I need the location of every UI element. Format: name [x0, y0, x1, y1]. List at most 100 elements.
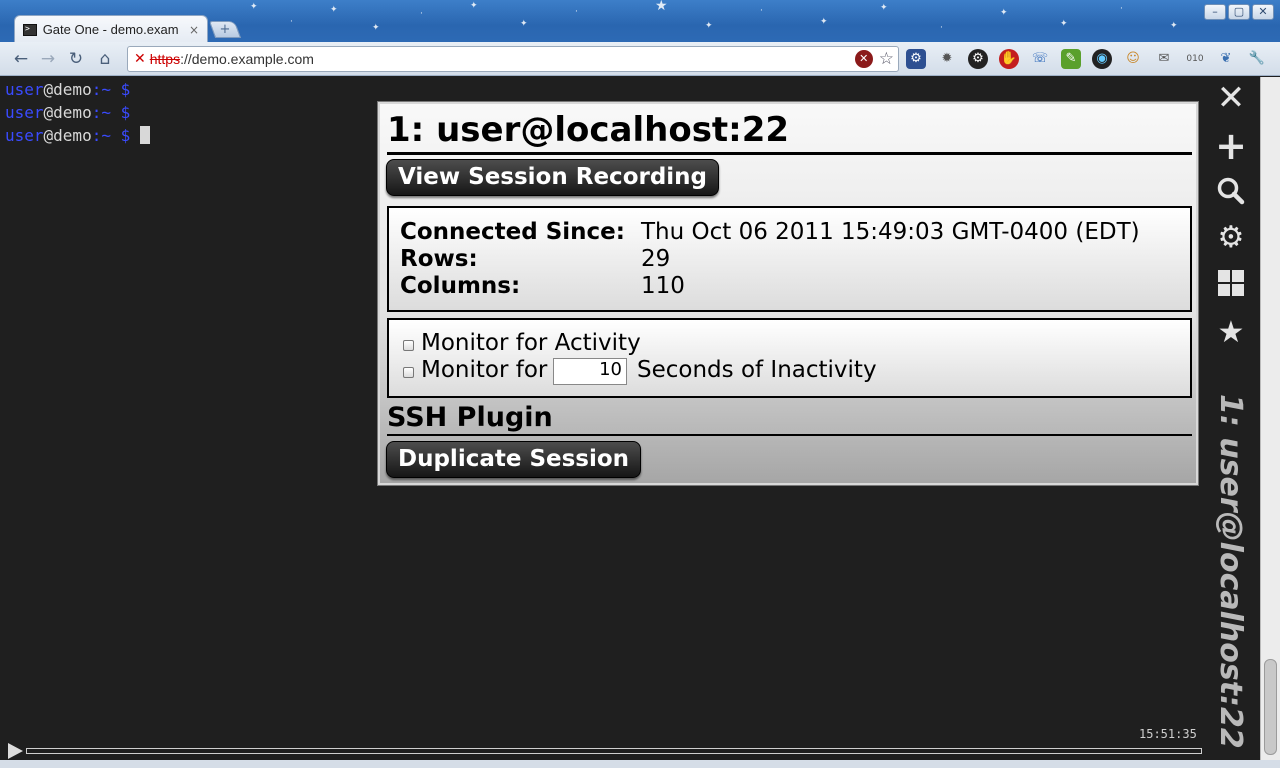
star-decoration: ✦ — [820, 17, 828, 27]
star-decoration: ✦ — [880, 3, 888, 13]
new-tab-button[interactable]: + — [208, 21, 242, 38]
prompt-host: @demo — [43, 126, 92, 145]
insecure-lock-icon: ✕ — [134, 51, 146, 67]
browser-toolbar: ← → ↻ ⌂ ✕ https :// demo.example.com ✕ ☆… — [0, 42, 1280, 76]
extension-face-icon[interactable]: ☺ — [1123, 49, 1143, 69]
bookmark-star-icon[interactable]: ☆ — [879, 50, 894, 68]
terminal-line: user@demo:~ $ — [5, 125, 150, 147]
terminal-title-vertical: 1: user@localhost:22 — [1213, 394, 1248, 749]
star-icon[interactable]: ★ — [1215, 317, 1247, 349]
url-host: demo.example.com — [191, 51, 314, 67]
extension-cog-icon[interactable]: ✹ — [937, 49, 957, 69]
reload-icon[interactable]: ↻ — [65, 48, 87, 70]
extension-gear-icon[interactable]: ⚙ — [906, 49, 926, 69]
columns-row: Columns: — [400, 273, 520, 300]
prompt-path: :~ $ — [91, 126, 140, 145]
prompt-user: user — [5, 103, 44, 122]
star-decoration: · — [760, 6, 763, 16]
browser-titlebar: ✦ · ✦ ✦ · ✦ ✦ · ★ ✦ · ✦ ✦ · ✦ ✦ · ✦ Gate… — [0, 0, 1280, 42]
extension-binary-icon[interactable]: 010 — [1185, 49, 1205, 69]
star-decoration: ✦ — [470, 1, 478, 11]
star-decoration: ★ — [655, 0, 668, 14]
extension-settings-icon[interactable]: ⚙ — [968, 49, 988, 69]
monitor-options-box: Monitor for Activity Monitor for 10 Seco… — [387, 318, 1192, 398]
columns-label: Columns: — [400, 273, 521, 299]
prompt-user: user — [5, 80, 44, 99]
rows-value: 29 — [641, 246, 671, 272]
new-tab-plus-icon: + — [219, 22, 231, 37]
search-icon[interactable] — [1215, 176, 1247, 208]
extension-python-icon[interactable]: ❦ — [1216, 49, 1236, 69]
star-decoration: · — [290, 17, 293, 27]
monitor-inactivity-suffix: Seconds of Inactivity — [637, 357, 877, 383]
ssh-plugin-heading: SSH Plugin — [387, 401, 1192, 436]
monitor-inactivity-prefix: Monitor for — [421, 357, 548, 383]
terminal-cursor — [139, 126, 150, 144]
prompt-path: :~ $ — [91, 103, 131, 122]
terminal-line: user@demo:~ $ — [5, 102, 130, 124]
extension-evernote-icon[interactable]: ✎ — [1061, 49, 1081, 69]
forward-arrow-icon[interactable]: → — [37, 48, 59, 70]
star-decoration: ✦ — [705, 21, 713, 31]
tab-close-icon[interactable]: × — [189, 23, 199, 37]
grid-icon[interactable] — [1215, 269, 1247, 301]
close-icon[interactable]: ✕ — [1215, 81, 1247, 115]
wrench-menu-icon[interactable]: 🔧 — [1247, 49, 1267, 69]
prompt-user: user — [5, 126, 44, 145]
star-decoration: ✦ — [1000, 8, 1008, 18]
star-decoration: · — [575, 7, 578, 17]
page-scrollbar[interactable] — [1260, 77, 1280, 760]
star-decoration: · — [940, 23, 943, 33]
home-icon[interactable]: ⌂ — [94, 48, 116, 70]
extension-mail-icon[interactable]: ✉ — [1154, 49, 1174, 69]
monitor-activity-label: Monitor for Activity — [421, 330, 641, 356]
connected-since-value: Thu Oct 06 2011 15:49:03 GMT-0400 (EDT) — [641, 219, 1140, 245]
url-scheme: https — [149, 51, 181, 67]
star-decoration: ✦ — [250, 2, 258, 12]
playback-bar — [0, 739, 1203, 761]
tab-title: Gate One - demo.exam — [42, 22, 179, 37]
star-decoration: · — [420, 9, 423, 19]
browser-tab[interactable]: Gate One - demo.exam × — [14, 15, 208, 42]
star-decoration: ✦ — [1060, 19, 1068, 29]
rows-row: Rows: — [400, 246, 478, 273]
playback-clock: 15:51:35 — [1139, 727, 1197, 741]
playback-progress-slider[interactable] — [26, 748, 1202, 754]
panel-title: 1: user@localhost:22 — [387, 108, 1192, 155]
star-decoration: ✦ — [520, 19, 528, 29]
star-decoration: · — [1120, 4, 1123, 14]
connected-since-row: Connected Since: — [400, 219, 625, 246]
plus-icon[interactable]: + — [1215, 127, 1247, 165]
terminal-line: user@demo:~ $ — [5, 79, 130, 101]
url-separator: :// — [180, 51, 192, 67]
extension-stop-icon[interactable]: ✋ — [999, 49, 1019, 69]
duplicate-session-button[interactable]: Duplicate Session — [386, 441, 642, 478]
window-bottom-border — [0, 760, 1280, 768]
inactivity-seconds-input[interactable]: 10 — [553, 358, 627, 385]
star-decoration: ✦ — [330, 5, 338, 15]
extension-chat-icon[interactable]: ☏ — [1030, 49, 1050, 69]
blocked-content-icon[interactable]: ✕ — [854, 50, 873, 68]
extension-color-wheel-icon[interactable]: ◉ — [1092, 49, 1112, 69]
star-decoration: ✦ — [372, 23, 380, 33]
session-info-box: Connected Since: Thu Oct 06 2011 15:49:0… — [387, 206, 1192, 312]
rows-label: Rows: — [400, 246, 478, 272]
window-controls: – ▢ ✕ — [1204, 4, 1274, 20]
view-session-recording-button[interactable]: View Session Recording — [386, 159, 720, 196]
star-decoration: ✦ — [1170, 21, 1178, 31]
scrollbar-thumb[interactable] — [1264, 659, 1277, 755]
prompt-host: @demo — [43, 103, 92, 122]
prompt-path: :~ $ — [91, 80, 131, 99]
monitor-inactivity-checkbox[interactable] — [403, 367, 414, 378]
minimize-button[interactable]: – — [1204, 4, 1226, 20]
close-window-button[interactable]: ✕ — [1252, 4, 1274, 20]
monitor-activity-checkbox[interactable] — [403, 340, 414, 351]
back-arrow-icon[interactable]: ← — [10, 48, 32, 70]
address-bar[interactable]: ✕ https :// demo.example.com ✕ ☆ — [127, 46, 899, 72]
columns-value: 110 — [641, 273, 685, 299]
terminal-favicon-icon — [23, 23, 37, 36]
gear-icon[interactable]: ⚙ — [1215, 222, 1247, 254]
play-icon[interactable] — [8, 743, 23, 759]
terminal-info-panel: 1: user@localhost:22 View Session Record… — [377, 101, 1199, 486]
maximize-button[interactable]: ▢ — [1228, 4, 1250, 20]
